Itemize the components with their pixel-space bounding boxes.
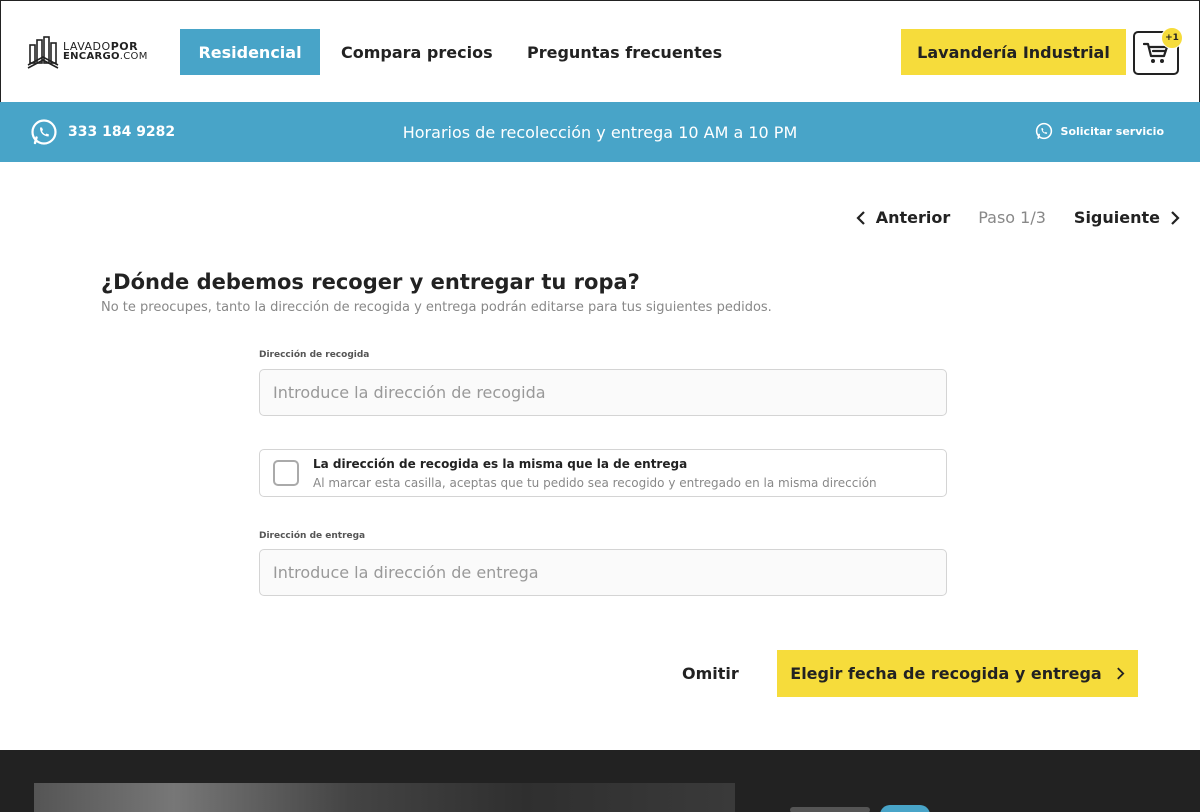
same-address-checkbox[interactable] [273, 460, 299, 486]
chevron-left-icon [856, 210, 865, 225]
step-navigation: Anterior Paso 1/3 Siguiente [856, 208, 1180, 227]
site-footer [0, 750, 1200, 812]
next-step-label: Siguiente [1073, 208, 1160, 227]
logo-word-com: .COM [119, 51, 148, 62]
step-indicator: Paso 1/3 [978, 208, 1046, 227]
whatsapp-small-icon [1035, 122, 1052, 140]
skip-button[interactable]: Omitir [682, 664, 739, 683]
info-bar: 333 184 9282 Horarios de recolección y e… [0, 102, 1200, 162]
footer-text-fragment [790, 807, 870, 812]
pickup-address-label: Dirección de recogida [259, 350, 370, 360]
delivery-address-input[interactable] [259, 549, 947, 596]
nav-preguntas-frecuentes[interactable]: Preguntas frecuentes [527, 29, 722, 75]
footer-badge [880, 805, 930, 812]
same-address-title: La dirección de recogida es la misma que… [313, 457, 688, 471]
footer-photo [34, 783, 735, 812]
logo-word-encargo: ENCARGO [63, 51, 120, 62]
previous-step-button[interactable]: Anterior [856, 208, 951, 227]
site-header: LAVADOPOR ENCARGO.COM Residencial Compar… [0, 0, 1200, 102]
choose-date-label: Elegir fecha de recogida y entrega [790, 664, 1102, 683]
logo-text: LAVADOPOR ENCARGO.COM [63, 41, 148, 62]
chevron-right-icon [1171, 210, 1180, 225]
service-hours: Horarios de recolección y entrega 10 AM … [402, 123, 798, 142]
page-title: ¿Dónde debemos recoger y entregar tu rop… [101, 270, 640, 294]
delivery-address-label: Dirección de entrega [259, 531, 366, 541]
request-service-link[interactable]: Solicitar servicio [1035, 122, 1164, 140]
logo-mark-icon [27, 36, 59, 69]
same-address-option[interactable]: La dirección de recogida es la misma que… [259, 449, 947, 497]
pickup-address-input[interactable] [259, 369, 947, 416]
previous-step-label: Anterior [875, 208, 951, 227]
next-step-button[interactable]: Siguiente [1074, 208, 1180, 227]
choose-date-button[interactable]: Elegir fecha de recogida y entrega [777, 650, 1138, 697]
site-logo[interactable]: LAVADOPOR ENCARGO.COM [27, 35, 148, 69]
same-address-description: Al marcar esta casilla, aceptas que tu p… [313, 476, 877, 490]
request-service-label: Solicitar servicio [1060, 124, 1164, 138]
page-subtitle: No te preocupes, tanto la dirección de r… [101, 300, 772, 315]
industrial-laundry-button[interactable]: Lavandería Industrial [901, 29, 1126, 75]
cart-count-badge: +1 [1161, 27, 1183, 49]
nav-compara-precios[interactable]: Compara precios [341, 29, 493, 75]
nav-residencial[interactable]: Residencial [180, 29, 320, 75]
cart-button[interactable]: +1 [1133, 27, 1183, 75]
chevron-right-icon [1116, 667, 1125, 680]
